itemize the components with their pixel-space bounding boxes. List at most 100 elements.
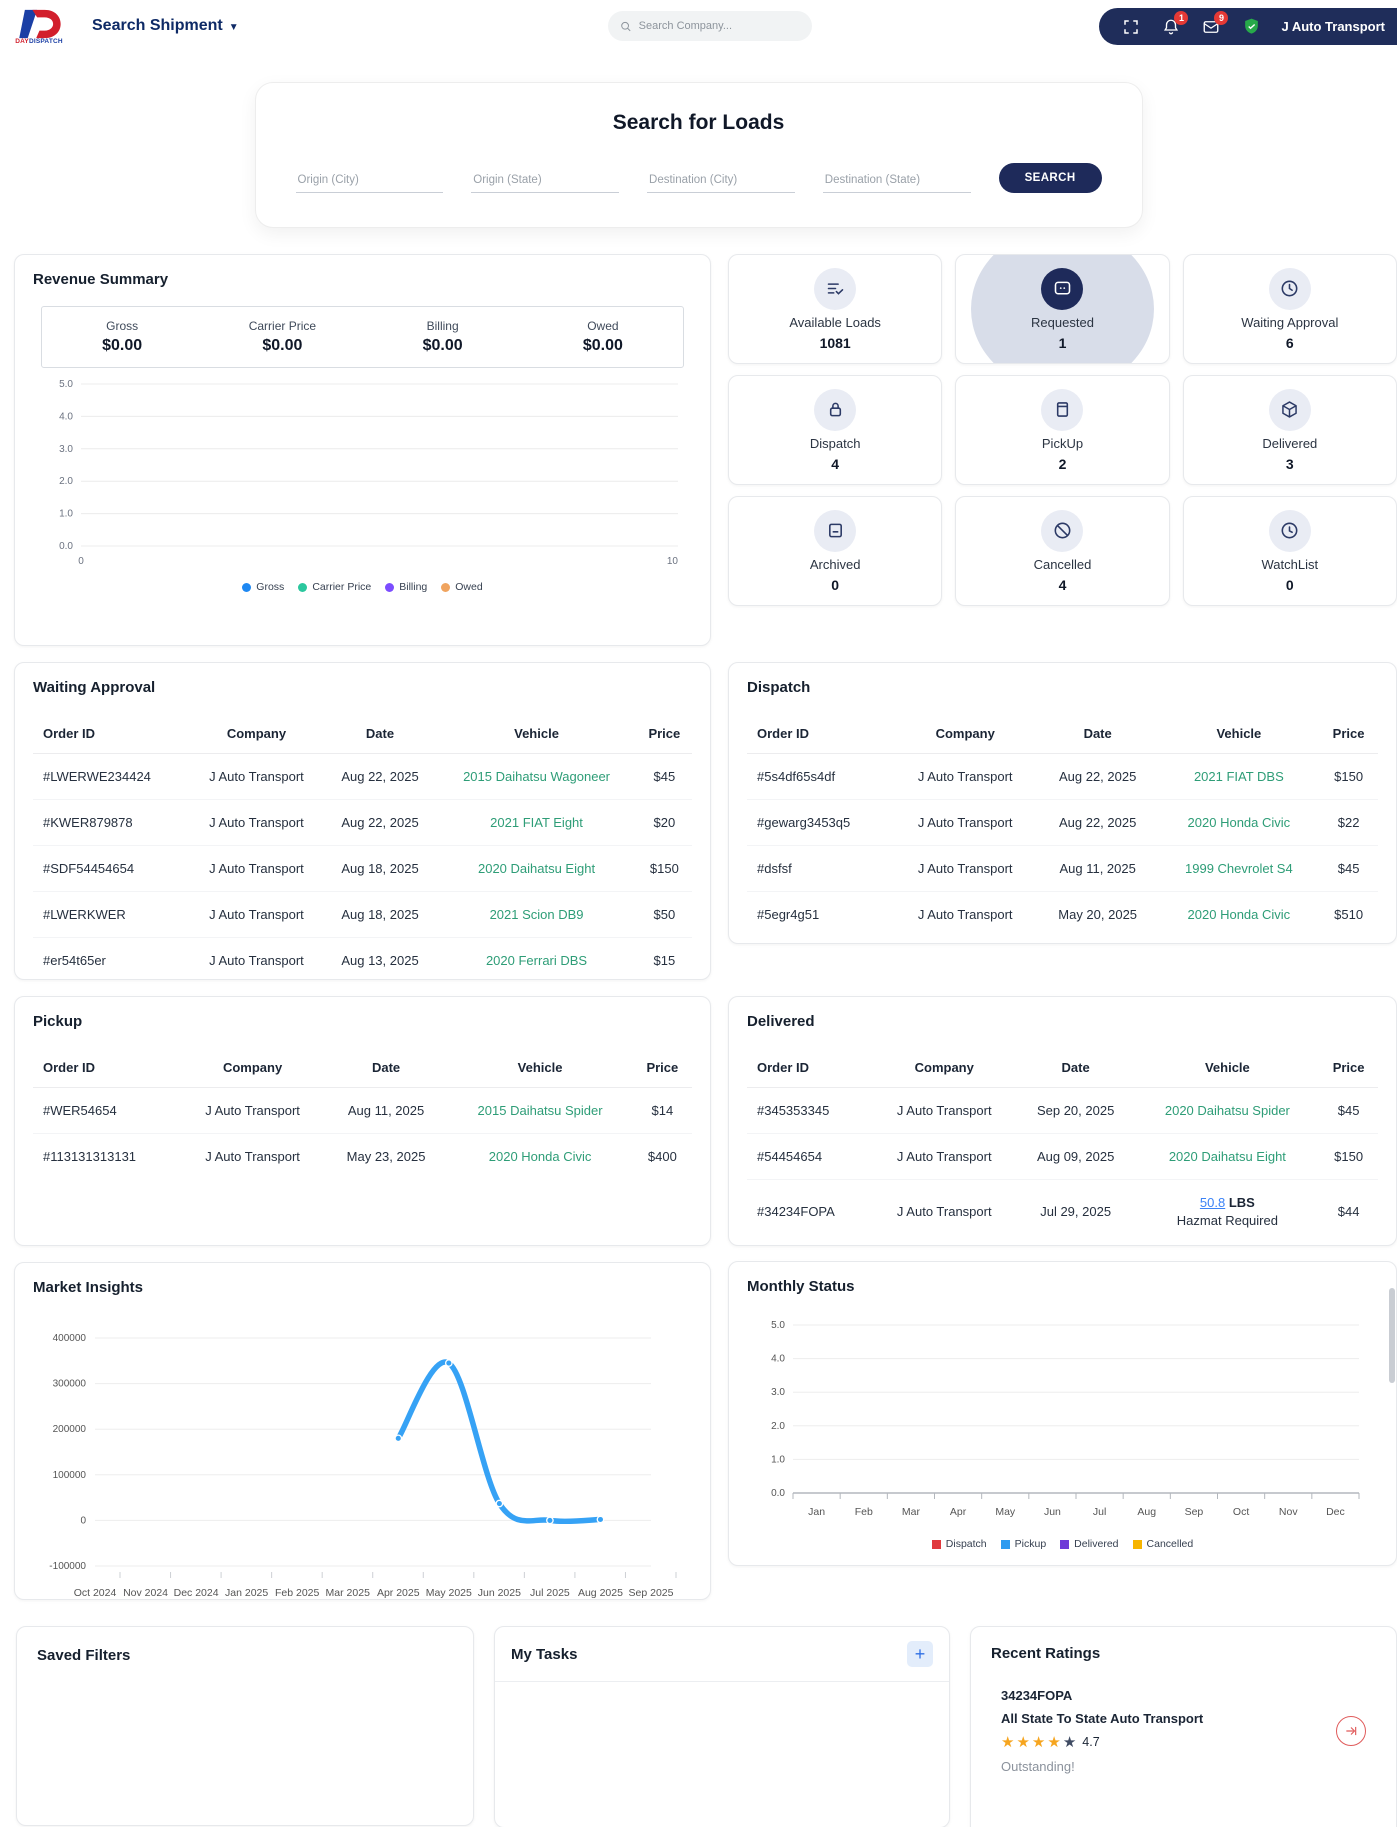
vehicle-link[interactable]: 2020 Ferrari DBS [486, 953, 587, 968]
rating-open-arrow-icon[interactable] [1336, 1716, 1366, 1746]
cell-price: $400 [633, 1134, 692, 1180]
svg-text:Sep 2025: Sep 2025 [629, 1587, 674, 1599]
data-point[interactable] [597, 1516, 603, 1522]
cell-date: May 23, 2025 [325, 1134, 448, 1180]
vehicle-link[interactable]: 1999 Chevrolet S4 [1185, 861, 1293, 876]
data-point[interactable] [395, 1435, 401, 1441]
vehicle-link[interactable]: 2020 Honda Civic [489, 1149, 592, 1164]
messages-mail-icon[interactable]: 9 [1201, 17, 1221, 37]
legend-item: Delivered [1060, 1538, 1118, 1550]
card-title: Dispatch [747, 679, 1378, 696]
status-tile-available-loads[interactable]: Available Loads1081 [728, 254, 942, 364]
origin-city-input[interactable] [296, 168, 444, 193]
vehicle-link[interactable]: 2015 Daihatsu Wagoneer [463, 769, 610, 784]
destination-state-input[interactable] [823, 168, 971, 193]
table-row: #34234FOPAJ Auto TransportJul 29, 202550… [747, 1180, 1378, 1244]
table-row: #WER54654J Auto TransportAug 11, 2025201… [33, 1088, 692, 1134]
status-tile-cancelled[interactable]: Cancelled4 [955, 496, 1169, 606]
status-tile-pickup[interactable]: PickUp2 [955, 375, 1169, 485]
column-header: Vehicle [436, 714, 636, 754]
column-header: Company [189, 714, 323, 754]
monthly-status-card: Monthly Status 5.04.03.02.01.00.0JanFebM… [728, 1261, 1397, 1566]
rating-company: All State To State Auto Transport [1001, 1711, 1203, 1726]
rating-value: 4.7 [1082, 1735, 1099, 1749]
company-search-input[interactable] [639, 20, 800, 32]
column-header: Company [894, 714, 1037, 754]
cell-date: May 20, 2025 [1037, 892, 1159, 938]
scrollbar[interactable] [1389, 1288, 1395, 1383]
vehicle-link[interactable]: 2015 Daihatsu Spider [478, 1103, 603, 1118]
legend-label: Carrier Price [312, 581, 371, 593]
data-point[interactable] [496, 1500, 502, 1506]
cell-order-id: #WER54654 [33, 1088, 180, 1134]
origin-state-input[interactable] [471, 168, 619, 193]
svg-text:300000: 300000 [53, 1379, 87, 1390]
vehicle-link[interactable]: 2020 Daihatsu Eight [478, 861, 595, 876]
status-tile-watchlist[interactable]: WatchList0 [1183, 496, 1397, 606]
cell-date: Aug 22, 2025 [324, 800, 437, 846]
legend-square [1133, 1540, 1142, 1549]
vehicle-link[interactable]: 2021 FIAT DBS [1194, 769, 1284, 784]
data-point[interactable] [446, 1360, 452, 1366]
table-row: #SDF54454654J Auto TransportAug 18, 2025… [33, 846, 692, 892]
column-header: Price [637, 714, 692, 754]
status-tile-dispatch[interactable]: Dispatch4 [728, 375, 942, 485]
user-name[interactable]: J Auto Transport [1281, 19, 1385, 34]
shield-check-icon[interactable] [1241, 17, 1261, 37]
svg-text:Apr 2025: Apr 2025 [377, 1587, 420, 1599]
cell-date: Aug 13, 2025 [324, 938, 437, 984]
revenue-stat-value: $0.00 [202, 337, 362, 355]
status-tile-waiting-approval[interactable]: Waiting Approval6 [1183, 254, 1397, 364]
vehicle-link[interactable]: 2020 Daihatsu Spider [1165, 1103, 1290, 1118]
table-row: #5egr4g51J Auto TransportMay 20, 2025202… [747, 892, 1378, 938]
cell-vehicle: 2020 Daihatsu Eight [1136, 1134, 1320, 1180]
add-task-button[interactable]: + [907, 1641, 933, 1667]
status-tile-delivered[interactable]: Delivered3 [1183, 375, 1397, 485]
daydispatch-logo[interactable]: DAYDISPATCH [12, 8, 66, 45]
tile-label: Archived [810, 557, 861, 572]
revenue-stat-value: $0.00 [523, 337, 683, 355]
company-search[interactable] [608, 11, 812, 41]
legend-item: Owed [441, 581, 482, 593]
cell-price: $44 [1319, 1180, 1378, 1244]
revenue-summary-title: Revenue Summary [33, 271, 692, 288]
svg-text:2.0: 2.0 [59, 476, 73, 487]
svg-text:Aug: Aug [1137, 1506, 1156, 1518]
search-shipment-menu[interactable]: Search Shipment ▼ [92, 17, 239, 35]
revenue-summary-card: Revenue Summary Gross$0.00Carrier Price$… [14, 254, 711, 646]
status-tile-archived[interactable]: Archived 0 [728, 496, 942, 606]
notifications-bell-icon[interactable]: 1 [1161, 17, 1181, 37]
table-row: #KWER879878J Auto TransportAug 22, 20252… [33, 800, 692, 846]
svg-text:-100000: -100000 [49, 1561, 86, 1572]
vehicle-link[interactable]: 2021 FIAT Eight [490, 815, 583, 830]
card-title: Delivered [747, 1013, 1378, 1030]
tile-count: 0 [831, 577, 839, 593]
market-insights-svg: 4000003000002000001000000-100000Oct 2024… [33, 1302, 693, 1614]
cell-price: $50 [637, 892, 692, 938]
weight-link[interactable]: 50.8 [1200, 1195, 1225, 1210]
revenue-stat-label: Billing [363, 319, 523, 333]
top-navbar: DAYDISPATCH Search Shipment ▼ 1 9 J Auto… [0, 0, 1397, 52]
cell-price: $45 [637, 754, 692, 800]
vehicle-link[interactable]: 2020 Honda Civic [1188, 907, 1291, 922]
destination-city-input[interactable] [647, 168, 795, 193]
svg-text:Feb 2025: Feb 2025 [275, 1587, 320, 1599]
legend-dot [441, 583, 450, 592]
recent-ratings-title: Recent Ratings [991, 1645, 1376, 1662]
status-tile-requested[interactable]: Requested1 [955, 254, 1169, 364]
data-point[interactable] [547, 1517, 553, 1523]
svg-text:2.0: 2.0 [771, 1421, 785, 1432]
lock-icon [814, 389, 856, 431]
market-insights-chart: 4000003000002000001000000-100000Oct 2024… [33, 1302, 692, 1619]
column-header: Date [325, 1048, 448, 1088]
fullscreen-icon[interactable] [1121, 17, 1141, 37]
cell-order-id: #5s4df65s4df [747, 754, 894, 800]
vehicle-link[interactable]: 2020 Daihatsu Eight [1169, 1149, 1286, 1164]
column-header: Date [1016, 1048, 1136, 1088]
legend-label: Owed [455, 581, 482, 593]
vehicle-link[interactable]: 2021 Scion DB9 [490, 907, 584, 922]
search-button[interactable]: SEARCH [999, 163, 1102, 193]
cell-company: J Auto Transport [189, 892, 323, 938]
vehicle-link[interactable]: 2020 Honda Civic [1188, 815, 1291, 830]
svg-text:Jun 2025: Jun 2025 [478, 1587, 521, 1599]
